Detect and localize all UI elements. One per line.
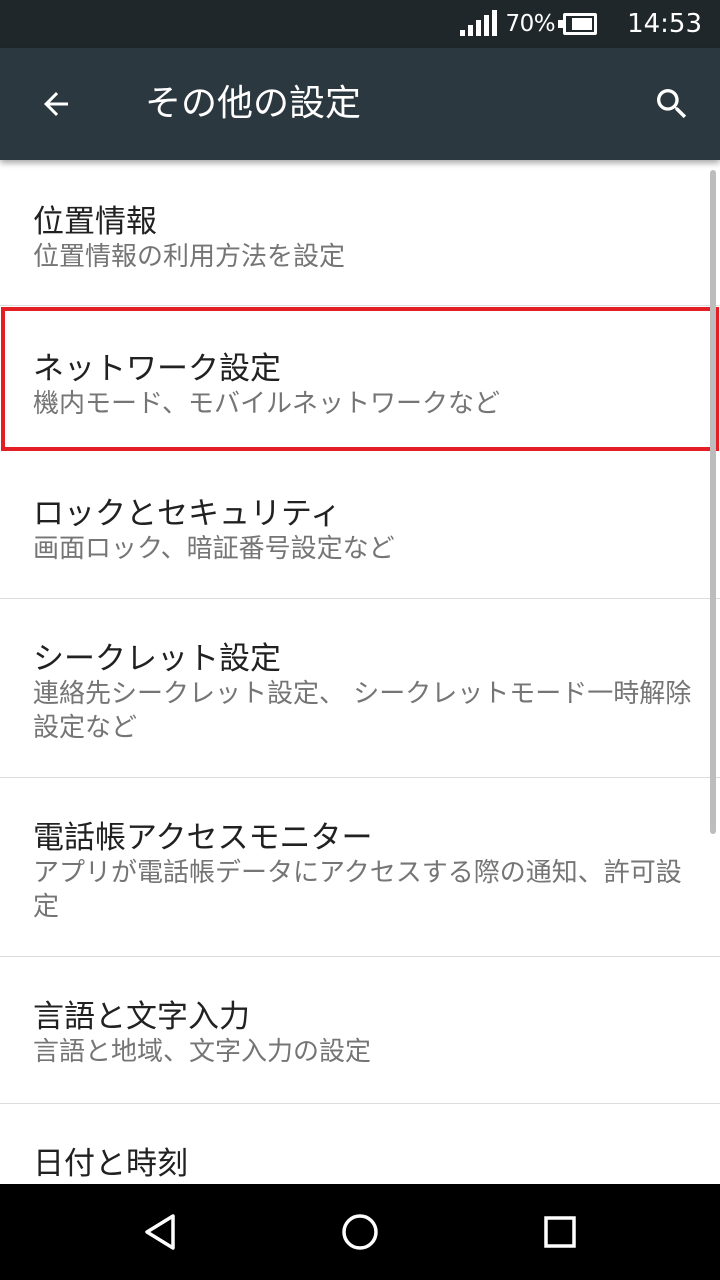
signal-icon	[460, 10, 498, 36]
settings-item-location[interactable]: 位置情報 位置情報の利用方法を設定	[0, 160, 720, 306]
page-title: その他の設定	[145, 83, 362, 124]
nav-recents-icon	[544, 1216, 576, 1248]
nav-recents-button[interactable]	[528, 1200, 592, 1264]
settings-item-title: 位置情報	[33, 204, 157, 240]
settings-item-summary: 言語と地域、文字入力の設定	[33, 1037, 372, 1067]
settings-item-summary: 位置情報の利用方法を設定	[33, 242, 346, 272]
settings-item-title: 日付と時刻	[33, 1146, 188, 1182]
settings-item-title: シークレット設定	[33, 641, 281, 677]
clock: 14:53	[627, 9, 702, 39]
battery-percent: 70%	[505, 11, 556, 37]
settings-item-summary: アプリが電話帳データにアクセスする際の通知、許可設定	[33, 858, 682, 922]
arrow-back-icon	[44, 92, 68, 116]
back-button[interactable]	[28, 76, 84, 132]
navigation-bar	[0, 1184, 720, 1280]
settings-item-network[interactable]: ネットワーク設定 機内モード、モバイルネットワークなど	[0, 306, 720, 452]
settings-list[interactable]: 位置情報 位置情報の利用方法を設定 ネットワーク設定 機内モード、モバイルネット…	[0, 160, 720, 1184]
settings-item-title: 電話帳アクセスモニター	[33, 820, 373, 856]
settings-item-date-time[interactable]: 日付と時刻	[0, 1104, 720, 1184]
nav-home-icon	[342, 1214, 378, 1250]
app-bar: その他の設定	[0, 48, 720, 160]
search-icon	[657, 89, 687, 119]
battery-icon	[558, 13, 598, 35]
search-button[interactable]	[644, 76, 700, 132]
settings-item-title: 言語と文字入力	[33, 999, 250, 1035]
nav-back-button[interactable]	[128, 1200, 192, 1264]
nav-back-icon	[145, 1214, 175, 1250]
scrollbar[interactable]	[710, 170, 716, 834]
settings-item-lock-security[interactable]: ロックとセキュリティ 画面ロック、暗証番号設定など	[0, 452, 720, 599]
status-bar: 70% 14:53	[0, 0, 720, 48]
status-indicators: 70% 14:53	[460, 0, 702, 48]
settings-item-secret[interactable]: シークレット設定 連絡先シークレット設定、 シークレットモード一時解除設定など	[0, 599, 720, 778]
settings-item-summary: 機内モード、モバイルネットワークなど	[33, 389, 500, 419]
settings-item-language-input[interactable]: 言語と文字入力 言語と地域、文字入力の設定	[0, 957, 720, 1104]
settings-item-title: ロックとセキュリティ	[33, 496, 342, 532]
settings-item-title: ネットワーク設定	[33, 351, 281, 387]
settings-item-summary: 画面ロック、暗証番号設定など	[33, 534, 395, 564]
settings-item-phonebook-monitor[interactable]: 電話帳アクセスモニター アプリが電話帳データにアクセスする際の通知、許可設定	[0, 778, 720, 957]
nav-home-button[interactable]	[328, 1200, 392, 1264]
settings-item-summary: 連絡先シークレット設定、 シークレットモード一時解除設定など	[33, 679, 692, 743]
